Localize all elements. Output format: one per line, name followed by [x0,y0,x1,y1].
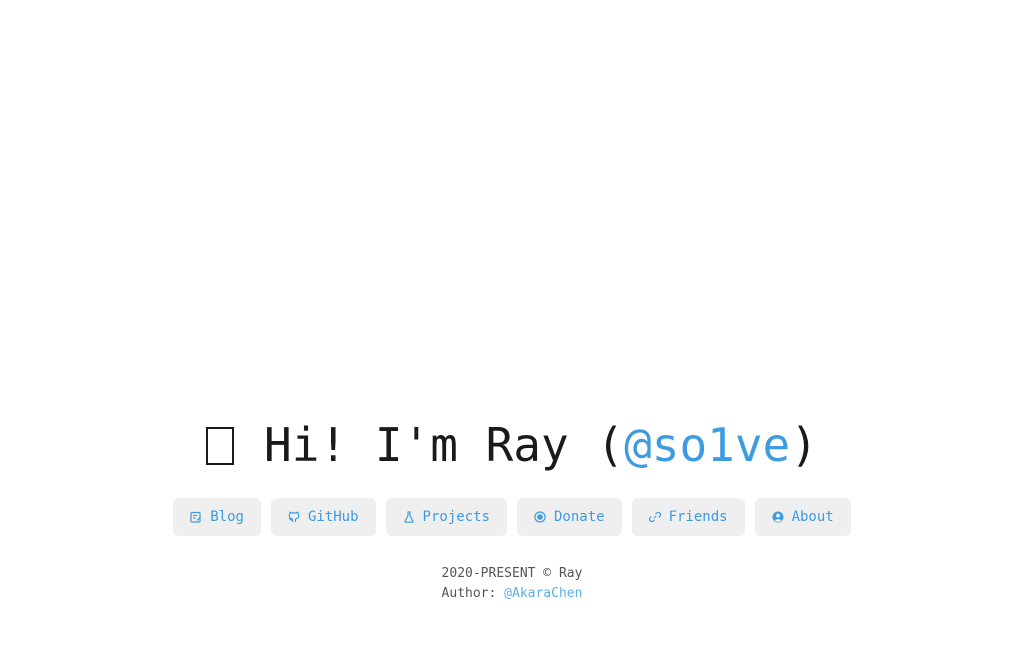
copyright-text: 2020-PRESENT © Ray [441,566,583,581]
github-button[interactable]: GitHub [270,498,376,536]
projects-button[interactable]: Projects [385,498,507,536]
author-line: Author: @AkaraChen [0,584,1024,604]
page: Hi! I'm Ray (@so1ve) Blog GitHub Project… [0,0,1024,655]
donate-button-label: Donate [553,509,605,525]
about-button[interactable]: About [754,498,851,536]
waving-hand-icon [206,427,235,465]
projects-button-label: Projects [422,509,490,525]
hero-heading: Hi! I'm Ray (@so1ve) [0,412,1024,478]
friends-button-label: Friends [668,509,728,525]
hero-handle-link[interactable]: @so1ve [624,418,790,472]
edit-note-icon [190,511,202,523]
author-link[interactable]: @AkaraChen [504,586,582,601]
user-circle-icon [772,511,784,523]
github-button-label: GitHub [307,509,359,525]
link-icon [648,511,661,523]
blog-button[interactable]: Blog [173,498,261,536]
friends-button[interactable]: Friends [631,498,745,536]
author-prefix: Author: [441,586,497,601]
blog-button-label: Blog [210,509,244,525]
flask-icon [403,511,414,523]
donate-button[interactable]: Donate [516,498,622,536]
github-icon [288,511,300,522]
nav-buttons: Blog GitHub Projects Donate Friends Abou… [0,498,1024,536]
coin-icon [534,511,546,523]
hero-greeting: Hi! I'm Ray ( [264,418,625,472]
footer: 2020-PRESENT © Ray Author: @AkaraChen [0,564,1024,604]
about-button-label: About [791,509,834,525]
hero-closing: ) [790,418,818,472]
